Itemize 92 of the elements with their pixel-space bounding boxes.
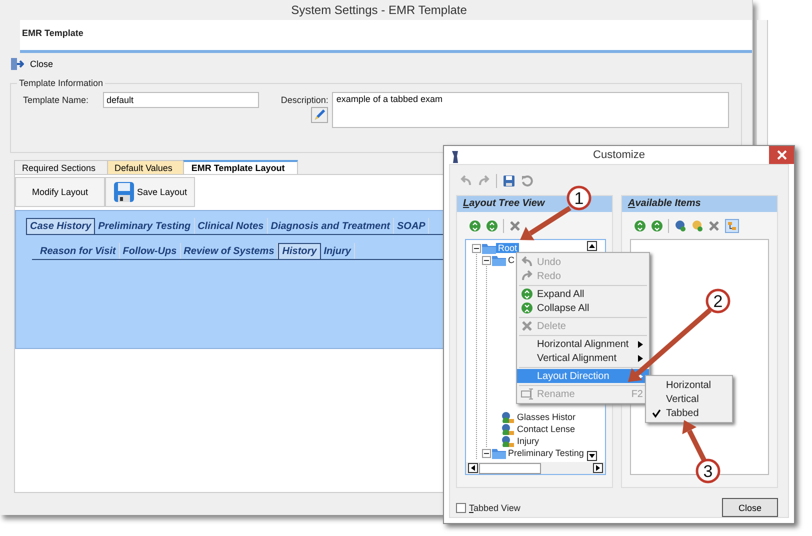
preview-tab[interactable]: Follow-Ups	[120, 243, 181, 259]
folder-icon	[491, 447, 506, 459]
tree-item[interactable]: Preliminary Testing	[506, 448, 586, 458]
tab[interactable]: EMR Template Layout	[183, 160, 298, 174]
tab[interactable]: Required Sections	[14, 160, 109, 174]
template-name-field[interactable]: default	[102, 92, 259, 108]
scroll-left-icon[interactable]	[468, 463, 478, 473]
menu-item-label: Delete	[537, 320, 567, 332]
preview-tab[interactable]: Reason for Visit	[37, 243, 120, 259]
template-name-label: Template Name:	[23, 95, 89, 105]
tab[interactable]: Default Values	[106, 160, 186, 174]
annotation-arrow	[520, 206, 572, 240]
preview-tab[interactable]: Injury	[320, 243, 355, 259]
menu-item-label: Horizontal	[666, 380, 712, 390]
add-item-icon[interactable]	[674, 220, 686, 232]
delete-icon[interactable]	[509, 220, 521, 232]
item-lock-icon	[501, 435, 515, 447]
menu-item-label: Undo	[537, 256, 562, 268]
menu-item-label: Tabbed	[666, 408, 700, 418]
preview-tab[interactable]: Case History	[26, 218, 96, 234]
add-group-icon[interactable]	[691, 220, 703, 232]
callout-badge: 3	[696, 458, 720, 484]
menu-item-label: Redo	[537, 270, 562, 282]
header-title: EMR Template	[22, 28, 84, 38]
tree-item[interactable]: Glasses Histor	[515, 412, 578, 422]
item-lock-icon	[501, 423, 515, 435]
delete-icon[interactable]	[708, 220, 720, 232]
tree-item[interactable]: C	[506, 255, 516, 265]
pen-button[interactable]	[311, 107, 328, 123]
collapse-icon[interactable]	[486, 220, 498, 232]
collapse-toggle-icon[interactable]	[482, 256, 491, 264]
undo-icon	[521, 256, 533, 268]
expand-icon	[521, 288, 533, 300]
app-icon	[450, 150, 460, 164]
folder-icon	[481, 242, 496, 254]
menu-item-label: Vertical	[666, 394, 700, 404]
refresh-icon[interactable]	[521, 175, 533, 187]
window-title: System Settings - EMR Template	[291, 3, 467, 17]
menu-item[interactable]: Collapse All	[517, 301, 649, 315]
tree-view-icon[interactable]	[725, 219, 739, 233]
exit-icon	[10, 57, 24, 71]
preview-tab[interactable]: Diagnosis and Treatment	[268, 218, 394, 234]
save-layout-button[interactable]: Save Layout	[105, 177, 195, 207]
menu-item-label: Expand All	[537, 288, 586, 300]
expand-icon[interactable]	[634, 220, 646, 232]
callout-badge: 2	[706, 288, 730, 314]
close-button[interactable]: Close	[722, 498, 778, 517]
close-button[interactable]: Close	[8, 57, 56, 71]
menu-item-label: Horizontal Alignment	[537, 338, 630, 350]
folder-icon	[491, 254, 506, 266]
collapse-toggle-icon[interactable]	[472, 244, 481, 252]
shortcut-label: F2	[631, 388, 643, 400]
menu-item[interactable]: Tabbed	[646, 406, 732, 420]
menu-item-label: Collapse All	[537, 302, 590, 314]
menu-item-label: Rename	[537, 388, 576, 400]
callout-badge: 1	[566, 186, 592, 210]
dialog-title: Customize	[593, 149, 645, 161]
item-lock-icon	[501, 411, 515, 423]
collapse-icon	[521, 302, 533, 314]
description-field[interactable]: example of a tabbed exam	[332, 92, 729, 128]
tabbed-view-checkbox[interactable]: Tabbed View	[456, 502, 520, 512]
scroll-down-icon[interactable]	[587, 451, 597, 461]
preview-tab[interactable]: SOAP	[394, 218, 430, 234]
delete-icon	[521, 320, 533, 332]
description-label: Description:	[280, 95, 328, 105]
scroll-up-icon[interactable]	[587, 241, 597, 251]
preview-tab[interactable]: Clinical Notes	[194, 218, 268, 234]
collapse-icon[interactable]	[651, 220, 663, 232]
menu-item-label: Layout Direction	[537, 370, 610, 382]
tree-item[interactable]: Contact Lense	[515, 424, 578, 434]
redo-icon	[521, 270, 533, 282]
close-icon[interactable]	[769, 146, 794, 164]
group-legend: Template Information	[17, 78, 106, 88]
collapse-toggle-icon[interactable]	[482, 448, 491, 458]
scroll-right-icon[interactable]	[593, 463, 603, 473]
menu-item[interactable]: Vertical	[646, 392, 732, 406]
menu-item[interactable]: Horizontal Alignment	[517, 337, 649, 351]
menu-item[interactable]: Vertical Alignment	[517, 351, 649, 365]
tree-item[interactable]: Injury	[515, 436, 542, 446]
preview-tab[interactable]: Preliminary Testing	[95, 218, 195, 234]
annotation-arrow	[682, 420, 706, 462]
modify-layout-button[interactable]: Modify Layout	[15, 177, 105, 207]
menu-item[interactable]: Expand All	[517, 287, 649, 301]
preview-tab[interactable]: History	[278, 243, 321, 259]
expand-icon[interactable]	[469, 220, 481, 232]
scroll-thumb[interactable]	[479, 462, 541, 474]
panel-header: Available Items	[622, 196, 777, 212]
menu-item[interactable]: Horizontal	[646, 378, 732, 392]
save-icon[interactable]	[503, 175, 515, 187]
rename-icon	[521, 388, 533, 400]
menu-item-label: Vertical Alignment	[537, 352, 618, 364]
horizontal-scrollbar[interactable]	[466, 462, 605, 474]
